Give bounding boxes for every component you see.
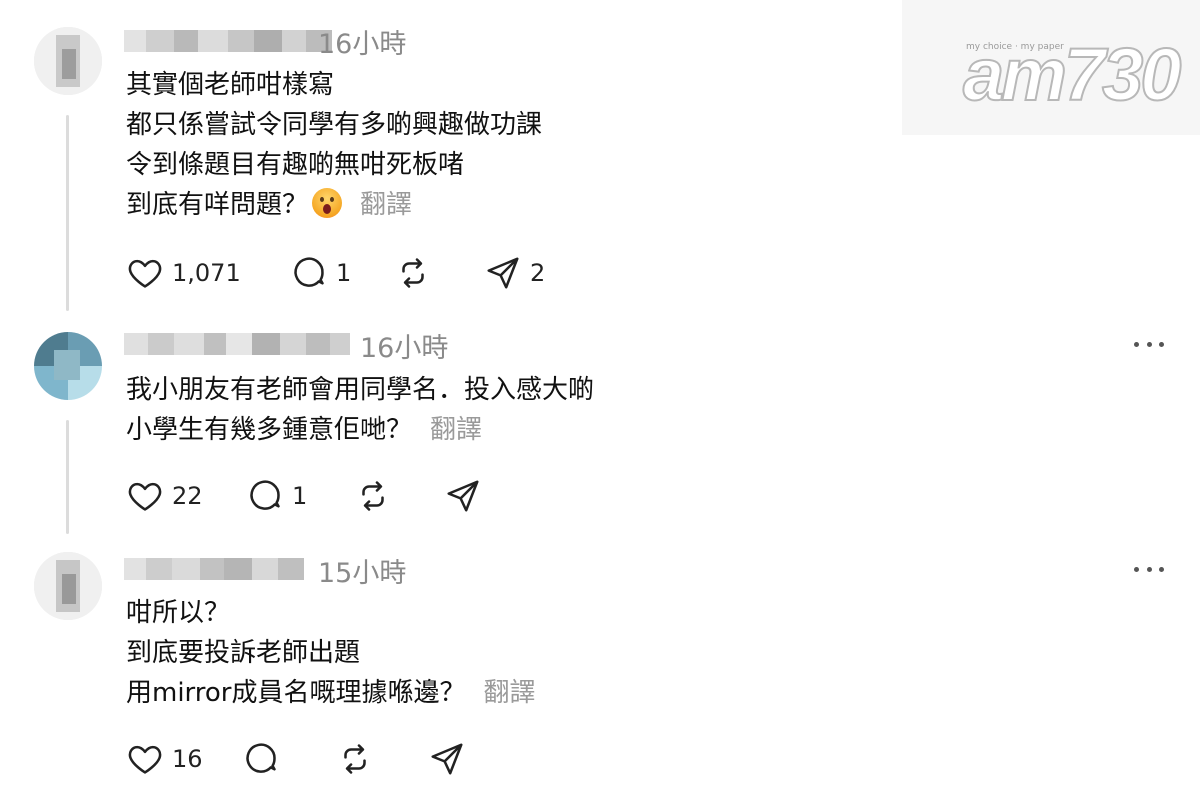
- share-icon: [487, 257, 519, 289]
- text-line: 令到條題目有趣啲無咁死板啫: [126, 150, 465, 180]
- more-button[interactable]: [1134, 565, 1164, 573]
- astonished-face-emoji: [312, 188, 343, 218]
- heart-icon: [128, 259, 162, 288]
- like-count: 16: [172, 745, 203, 773]
- comment-text: 其實個老師咁樣寫 都只係嘗試令同學有多啲興趣做功課 令到條題目有趣啲無咁死板啫 …: [126, 65, 542, 225]
- repost-button[interactable]: [394, 254, 484, 292]
- text-line: 到底有咩問題？: [126, 190, 309, 220]
- text-line: 我小朋友有老師會用同學名．投入感大啲: [126, 375, 595, 405]
- translate-link[interactable]: 翻譯: [430, 415, 482, 445]
- like-count: 1,071: [172, 259, 241, 287]
- text-line: 用mirror成員名嘅理據喺邊？: [126, 678, 466, 708]
- comment-icon: [294, 257, 324, 287]
- username-blurred[interactable]: [124, 30, 332, 52]
- comment-text: 咁所以？ 到底要投訴老師出題 用mirror成員名嘅理據喺邊？ 翻譯: [126, 593, 536, 713]
- text-line: 都只係嘗試令同學有多啲興趣做功課: [126, 110, 543, 140]
- reply-count: 1: [292, 482, 308, 510]
- avatar[interactable]: [34, 27, 102, 95]
- action-bar: 1,071 1 2: [126, 253, 564, 293]
- share-icon: [447, 480, 479, 512]
- like-button[interactable]: 22: [126, 477, 246, 515]
- timestamp: 15小時: [318, 558, 407, 589]
- comment-icon: [246, 743, 276, 773]
- thread-line: [66, 420, 69, 534]
- translate-link[interactable]: 翻譯: [360, 190, 412, 220]
- username-blurred[interactable]: [124, 558, 304, 580]
- comment-3: 15小時 咁所以？ 到底要投訴老師出題 用mirror成員名嘅理據喺邊？ 翻譯 1…: [0, 525, 1200, 800]
- thread-line: [66, 115, 69, 311]
- heart-icon: [128, 745, 162, 774]
- repost-icon: [344, 744, 366, 774]
- like-button[interactable]: 16: [126, 740, 242, 778]
- share-icon: [431, 743, 463, 775]
- reply-button[interactable]: 1: [290, 254, 394, 292]
- avatar[interactable]: [34, 552, 102, 620]
- more-icon: [1134, 341, 1139, 347]
- like-button[interactable]: 1,071: [126, 254, 290, 292]
- action-bar: 16: [126, 739, 508, 779]
- reply-button[interactable]: 1: [246, 477, 354, 515]
- like-count: 22: [172, 482, 203, 510]
- repost-icon: [402, 258, 424, 288]
- share-button[interactable]: [428, 740, 508, 778]
- username-blurred[interactable]: [124, 333, 350, 355]
- comment-icon: [250, 480, 280, 510]
- share-count: 2: [530, 259, 546, 287]
- repost-button[interactable]: [336, 740, 428, 778]
- reply-button[interactable]: [242, 740, 336, 778]
- more-icon: [1134, 566, 1139, 572]
- comment-1: 16小時 其實個老師咁樣寫 都只係嘗試令同學有多啲興趣做功課 令到條題目有趣啲無…: [0, 0, 1200, 320]
- text-line: 其實個老師咁樣寫: [126, 70, 335, 100]
- timestamp: 16小時: [360, 333, 449, 364]
- text-line: 咁所以？: [126, 598, 231, 628]
- more-button[interactable]: [1134, 340, 1164, 348]
- share-button[interactable]: [444, 477, 524, 515]
- repost-button[interactable]: [354, 477, 444, 515]
- translate-link[interactable]: 翻譯: [484, 678, 536, 708]
- text-line: 到底要投訴老師出題: [126, 638, 361, 668]
- repost-icon: [362, 481, 384, 511]
- comment-2: 16小時 我小朋友有老師會用同學名．投入感大啲 小學生有幾多鍾意佢哋？ 翻譯 22…: [0, 300, 1200, 540]
- avatar[interactable]: [34, 332, 102, 400]
- comment-text: 我小朋友有老師會用同學名．投入感大啲 小學生有幾多鍾意佢哋？ 翻譯: [126, 370, 594, 450]
- reply-count: 1: [336, 259, 352, 287]
- action-bar: 22 1: [126, 476, 524, 516]
- timestamp: 16小時: [318, 29, 407, 60]
- text-line: 小學生有幾多鍾意佢哋？: [126, 415, 413, 445]
- share-button[interactable]: 2: [484, 254, 564, 292]
- heart-icon: [128, 482, 162, 511]
